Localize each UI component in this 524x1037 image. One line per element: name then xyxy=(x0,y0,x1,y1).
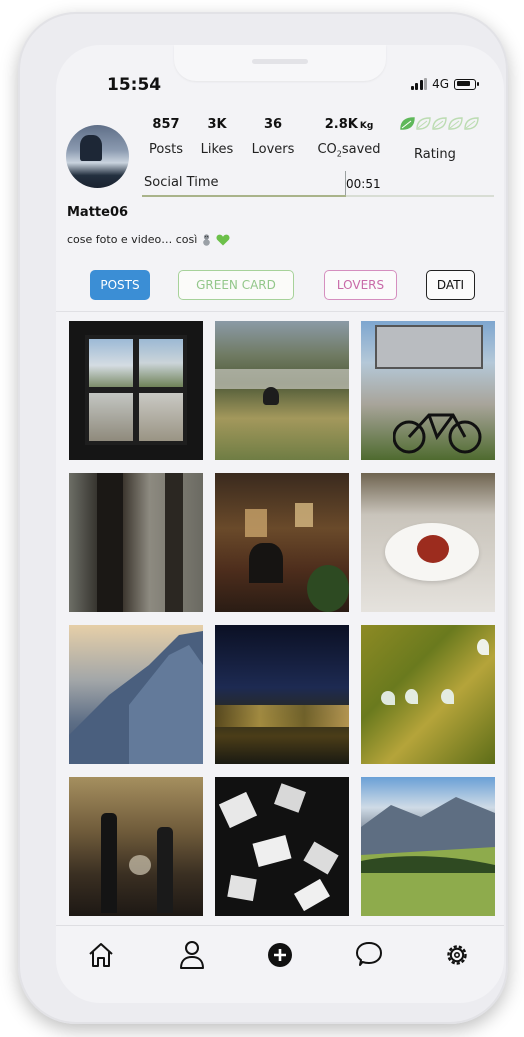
tabs-divider xyxy=(56,311,504,312)
social-time-label: Social Time xyxy=(144,175,219,190)
leaf-empty-icon xyxy=(448,117,463,130)
stat-value: 3K xyxy=(207,117,227,132)
stat-value: 857 xyxy=(152,117,180,132)
battery-icon xyxy=(454,78,479,90)
status-time: 15:54 xyxy=(107,75,162,95)
post-thumbnail[interactable] xyxy=(69,473,203,612)
avatar[interactable] xyxy=(66,125,129,188)
tab-dati[interactable]: DATI xyxy=(426,270,475,300)
post-thumbnail[interactable] xyxy=(361,473,495,612)
tab-posts[interactable]: POSTS xyxy=(90,270,150,300)
stat-label: CO2saved xyxy=(317,142,381,159)
signal-icon xyxy=(410,78,428,90)
seal-emoji-icon xyxy=(203,233,211,246)
post-thumbnail[interactable] xyxy=(69,625,203,764)
post-thumbnail[interactable] xyxy=(215,321,349,460)
post-thumbnail[interactable] xyxy=(361,625,495,764)
bio: cose foto e video… così xyxy=(67,233,230,246)
chat-icon xyxy=(356,942,382,966)
stat-posts[interactable]: 857 Posts xyxy=(146,117,186,157)
leaf-empty-icon xyxy=(416,117,431,130)
nav-chat[interactable] xyxy=(352,938,386,972)
rating-label: Rating xyxy=(414,147,456,162)
profile-tabs: POSTS GREEN CARD LOVERS DATI xyxy=(56,270,504,304)
nav-add-post[interactable] xyxy=(263,938,297,972)
username: Matte06 xyxy=(67,205,129,220)
app-screen: 15:54 4G 857 Posts 3K Likes 36 Lovers 2.… xyxy=(56,45,504,1003)
stat-label: Lovers xyxy=(251,142,295,157)
profile-icon xyxy=(180,941,204,969)
add-post-icon xyxy=(268,943,292,967)
tab-green-card[interactable]: GREEN CARD xyxy=(178,270,294,300)
post-thumbnail[interactable] xyxy=(361,321,495,460)
leaf-filled-icon xyxy=(400,117,415,130)
leaf-empty-icon xyxy=(464,117,479,130)
stat-co2-saved[interactable]: 2.8K Kg CO2saved xyxy=(306,117,392,159)
tab-bar-divider xyxy=(56,925,504,926)
social-time-bar xyxy=(142,195,494,197)
stat-likes[interactable]: 3K Likes xyxy=(194,117,240,157)
settings-icon xyxy=(447,945,467,965)
phone-frame: 15:54 4G 857 Posts 3K Likes 36 Lovers 2.… xyxy=(18,12,508,1024)
post-thumbnail[interactable] xyxy=(215,625,349,764)
social-time-bar-fill xyxy=(142,195,347,197)
nav-home[interactable] xyxy=(84,938,118,972)
rating-leaves xyxy=(400,117,479,130)
nav-settings[interactable] xyxy=(440,938,474,972)
nav-profile[interactable] xyxy=(175,938,209,972)
notch xyxy=(174,45,386,81)
social-time-value: 00:51 xyxy=(346,177,381,191)
stat-value: 2.8K Kg xyxy=(324,117,374,132)
bio-text: cose foto e video… così xyxy=(67,233,198,246)
status-indicators: 4G xyxy=(410,77,479,91)
leaf-empty-icon xyxy=(432,117,447,130)
network-label: 4G xyxy=(432,77,449,91)
post-thumbnail[interactable] xyxy=(69,321,203,460)
stat-lovers[interactable]: 36 Lovers xyxy=(246,117,300,157)
stat-label: Likes xyxy=(200,142,234,157)
post-thumbnail[interactable] xyxy=(69,777,203,916)
stat-label: Posts xyxy=(149,142,183,157)
post-thumbnail[interactable] xyxy=(361,777,495,916)
tab-lovers[interactable]: LOVERS xyxy=(324,270,397,300)
post-thumbnail[interactable] xyxy=(215,473,349,612)
post-thumbnail[interactable] xyxy=(215,777,349,916)
green-heart-icon xyxy=(216,234,230,245)
stat-value: 36 xyxy=(263,117,283,132)
home-icon xyxy=(89,943,113,967)
